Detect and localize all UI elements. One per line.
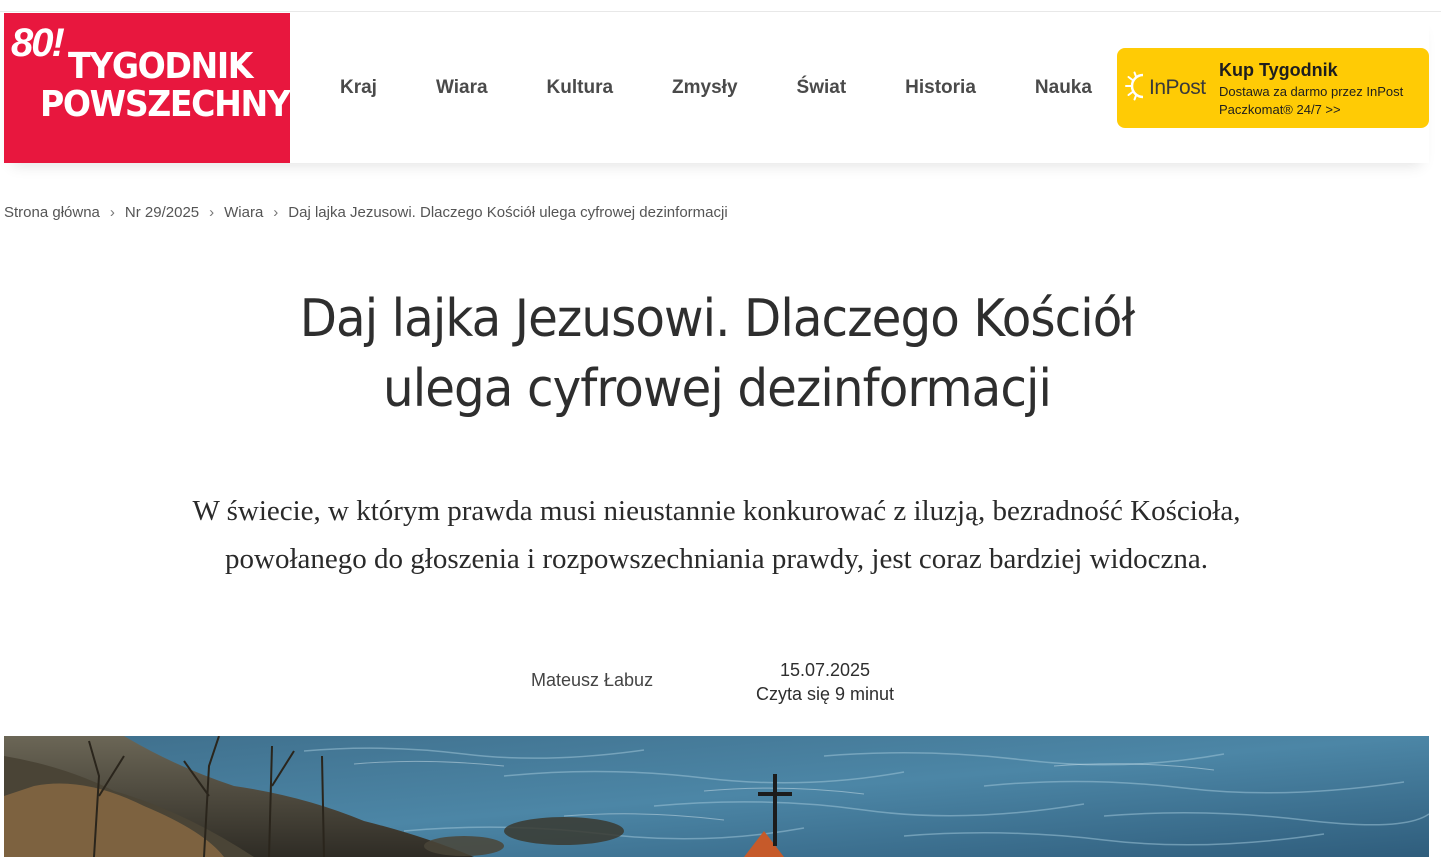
buy-magazine-promo-button[interactable]: InPost Kup Tygodnik Dostawa za darmo prz…: [1117, 48, 1429, 128]
inpost-logo-text: InPost: [1149, 76, 1206, 99]
breadcrumb-current: Daj lajka Jezusowi. Dlaczego Kościół ule…: [288, 204, 728, 221]
nav-item-zmysly[interactable]: Zmysły: [672, 77, 737, 99]
hero-image-illustration: [4, 736, 1429, 857]
breadcrumb-section[interactable]: Wiara: [224, 204, 263, 221]
nav-item-swiat[interactable]: Świat: [797, 77, 847, 99]
promo-title: Kup Tygodnik: [1219, 60, 1338, 80]
article-reading-time: Czyta się 9 minut: [755, 684, 895, 704]
promo-description: Dostawa za darmo przez InPost Paczkomat®…: [1219, 84, 1404, 117]
site-header: 80! TYGODNIK POWSZECHNY Kraj Wiara Kultu…: [4, 13, 1429, 163]
breadcrumb: Strona główna › Nr 29/2025 › Wiara › Daj…: [4, 204, 728, 221]
breadcrumb-separator: ›: [109, 204, 115, 221]
main-navigation: Kraj Wiara Kultura Zmysły Świat Historia…: [340, 13, 1092, 163]
article-title: Daj lajka Jezusowi. Dlaczego Kościół ule…: [299, 289, 1136, 419]
nav-item-wiara[interactable]: Wiara: [436, 77, 488, 99]
article-lead: W świecie, w którym prawda musi nieustan…: [192, 495, 1241, 575]
logo-text-line2: POWSZECHNY: [40, 84, 291, 125]
article-meta: 15.07.2025 Czyta się 9 minut: [740, 658, 910, 706]
article-hero-image: [4, 736, 1429, 857]
logo-text-line1: TYGODNIK: [68, 46, 253, 87]
nav-item-kultura[interactable]: Kultura: [547, 77, 614, 99]
breadcrumb-separator: ›: [209, 204, 215, 221]
top-divider: [0, 11, 1441, 12]
logo-anniversary-number: 80!: [11, 21, 65, 65]
site-logo[interactable]: 80! TYGODNIK POWSZECHNY: [4, 13, 291, 163]
article-date: 15.07.2025: [779, 660, 871, 680]
nav-item-nauka[interactable]: Nauka: [1035, 77, 1092, 99]
nav-item-historia[interactable]: Historia: [905, 77, 976, 99]
breadcrumb-separator: ›: [273, 204, 279, 221]
breadcrumb-home[interactable]: Strona główna: [4, 204, 100, 221]
breadcrumb-issue[interactable]: Nr 29/2025: [125, 204, 199, 221]
nav-item-kraj[interactable]: Kraj: [340, 77, 377, 99]
article-author[interactable]: Mateusz Łabuz: [531, 670, 653, 691]
